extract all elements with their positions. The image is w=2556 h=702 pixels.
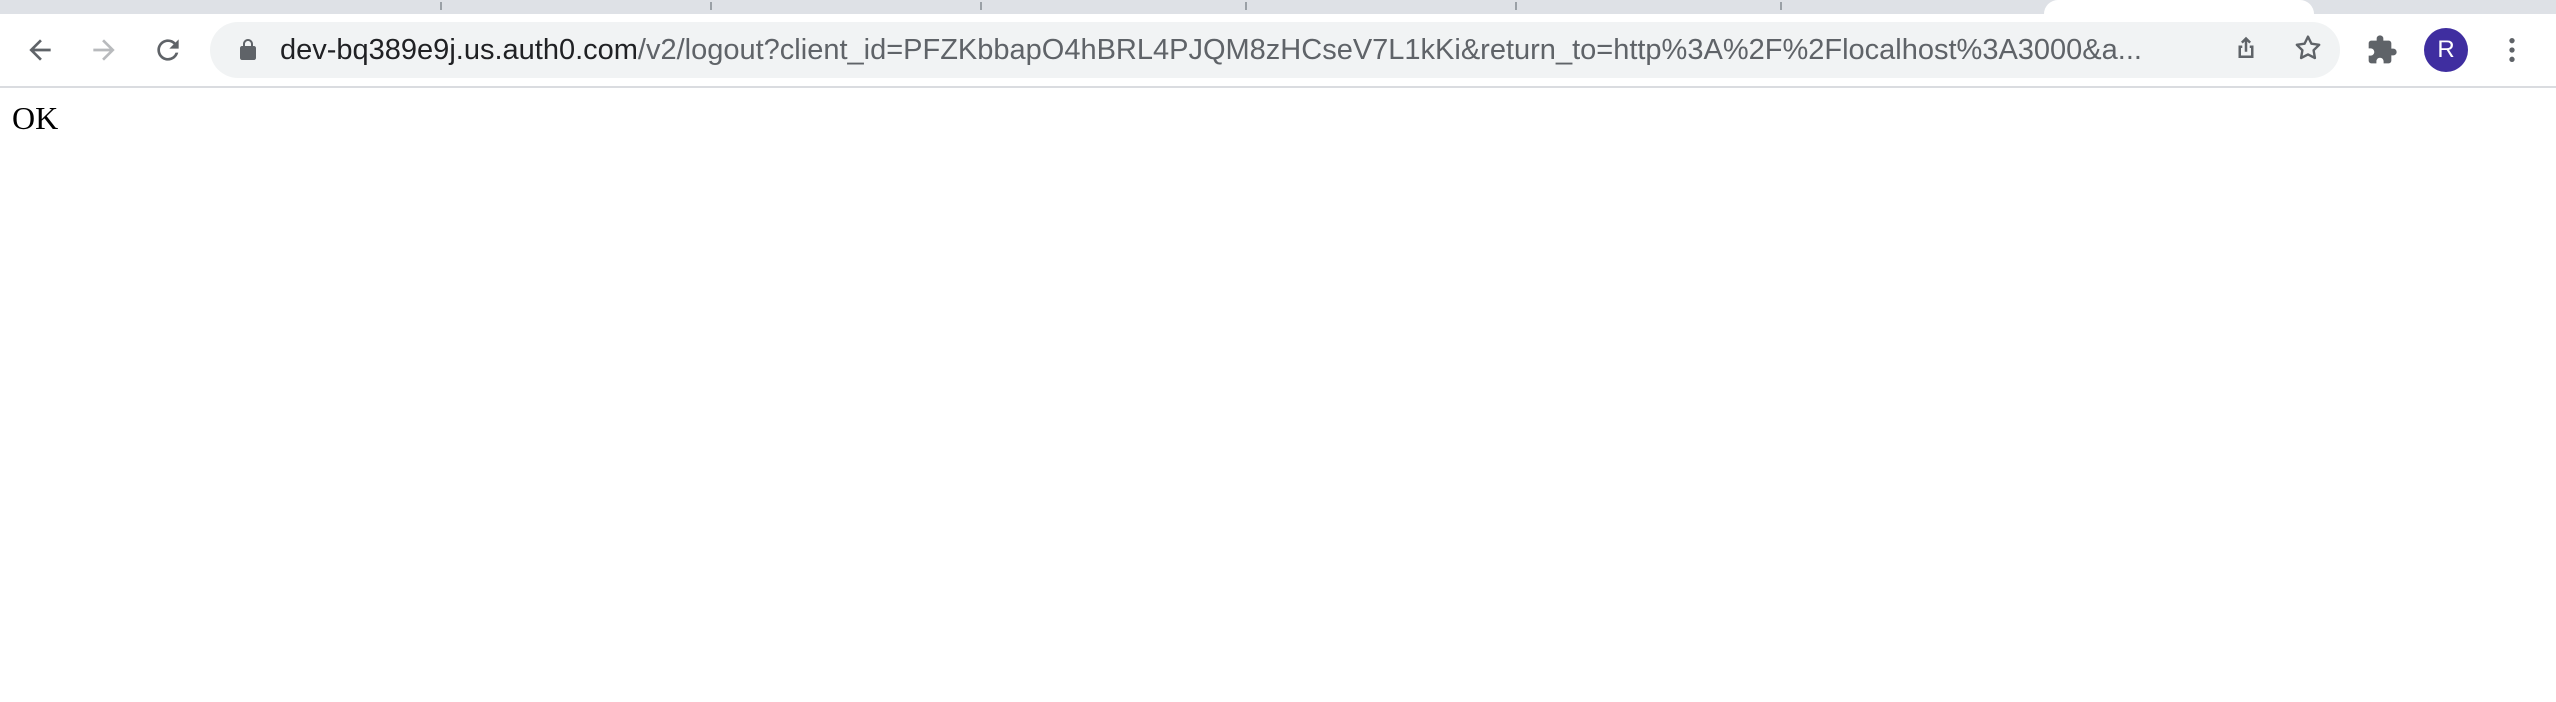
- active-tab[interactable]: [2044, 0, 2314, 14]
- tab-separator: [710, 2, 712, 10]
- profile-avatar[interactable]: R: [2424, 28, 2468, 72]
- response-text: OK: [12, 100, 59, 136]
- browser-toolbar: dev-bq389e9j.us.auth0.com/v2/logout?clie…: [0, 14, 2556, 88]
- address-bar[interactable]: dev-bq389e9j.us.auth0.com/v2/logout?clie…: [210, 22, 2340, 78]
- share-button[interactable]: [2226, 30, 2266, 70]
- reload-button[interactable]: [144, 26, 192, 74]
- tab-separator: [440, 2, 442, 10]
- tab-separator: [1515, 2, 1517, 10]
- arrow-left-icon: [24, 34, 56, 66]
- back-button[interactable]: [16, 26, 64, 74]
- bookmark-button[interactable]: [2288, 30, 2328, 70]
- url-path: /v2/logout?client_id=PFZKbbapO4hBRL4PJQM…: [637, 34, 2142, 66]
- lock-icon[interactable]: [236, 38, 260, 62]
- extensions-button[interactable]: [2358, 26, 2406, 74]
- tab-strip: [0, 0, 2556, 14]
- url-host: dev-bq389e9j.us.auth0.com: [280, 34, 638, 66]
- forward-button[interactable]: [80, 26, 128, 74]
- share-icon: [2231, 33, 2261, 68]
- arrow-right-icon: [88, 34, 120, 66]
- profile-initial: R: [2437, 36, 2455, 63]
- tab-separator: [1245, 2, 1247, 10]
- puzzle-icon: [2366, 34, 2398, 66]
- tab-separator: [1780, 2, 1782, 10]
- tab-separator: [980, 2, 982, 10]
- kebab-menu-icon: [2496, 34, 2528, 66]
- reload-icon: [152, 34, 184, 66]
- url-text[interactable]: dev-bq389e9j.us.auth0.com/v2/logout?clie…: [280, 22, 2220, 78]
- page-content: OK: [0, 88, 2556, 702]
- star-icon: [2292, 32, 2324, 69]
- browser-menu-button[interactable]: [2488, 26, 2536, 74]
